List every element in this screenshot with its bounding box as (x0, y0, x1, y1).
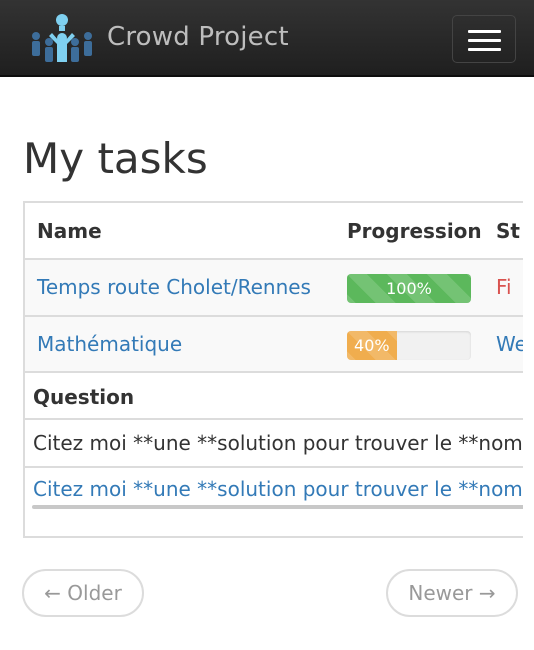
table-row: Temps route Cholet/Rennes 100% Fi (25, 260, 523, 317)
progress-bar-fill: 100% (347, 274, 471, 303)
task-link[interactable]: Temps route Cholet/Rennes (37, 275, 311, 299)
page-title: My tasks (23, 134, 208, 183)
status-text: Fi (496, 275, 512, 299)
column-header-progression: Progression (347, 219, 482, 243)
question-row: Citez moi **une **solution pour trouver … (25, 420, 523, 468)
status-text: We (496, 332, 523, 356)
tasks-table: Name Progression St Temps route Cholet/R… (23, 201, 523, 538)
navbar: Crowd Project (0, 0, 534, 77)
question-link[interactable]: Citez moi **une **solution pour trouver … (33, 477, 523, 501)
column-header-status: St (496, 219, 520, 243)
horizontal-scrollbar[interactable] (32, 505, 523, 509)
progress-bar: 40% (347, 331, 471, 360)
task-link[interactable]: Mathématique (37, 332, 182, 356)
column-header-question: Question (33, 385, 135, 409)
question-text: Citez moi **une **solution pour trouver … (33, 431, 523, 455)
crowd-logo-icon[interactable] (27, 12, 97, 66)
brand-name[interactable]: Crowd Project (107, 22, 289, 52)
table-row: Mathématique 40% We (25, 317, 523, 373)
column-header-name: Name (37, 219, 102, 243)
table-header-row: Name Progression St (25, 203, 523, 260)
newer-button[interactable]: Newer → (386, 569, 518, 617)
questions-header-row: Question (25, 373, 523, 420)
older-button[interactable]: ← Older (22, 569, 144, 617)
progress-bar-fill: 40% (347, 331, 397, 360)
hamburger-menu-button[interactable] (452, 15, 516, 63)
progress-bar: 100% (347, 274, 471, 303)
